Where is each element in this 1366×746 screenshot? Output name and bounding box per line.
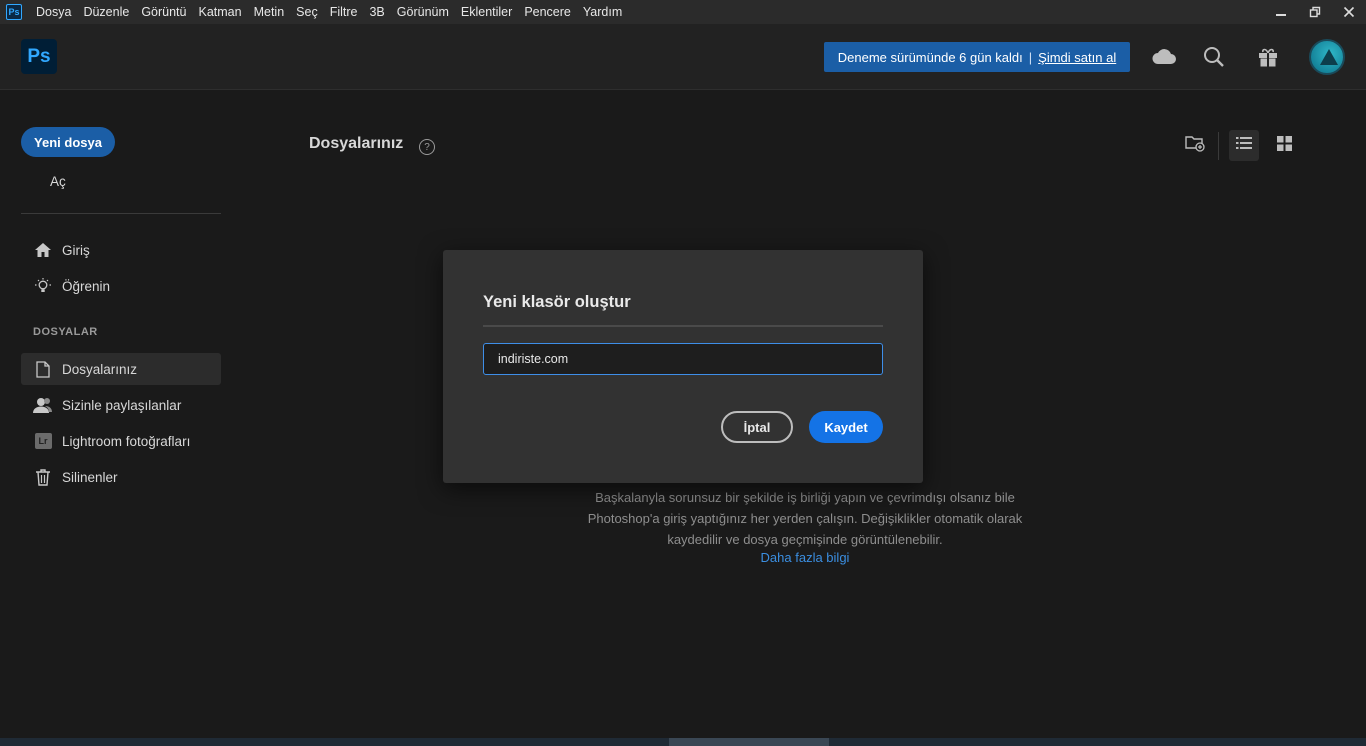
search-icon[interactable] (1201, 44, 1227, 70)
menu-goruntu[interactable]: Görüntü (135, 0, 192, 24)
sidebar-item-learn[interactable]: Öğrenin (21, 270, 221, 302)
minimize-icon[interactable] (1264, 0, 1298, 24)
cancel-button[interactable]: İptal (721, 411, 793, 443)
view-toolbar (1180, 130, 1299, 161)
section-label-files: DOSYALAR (33, 326, 98, 338)
new-folder-dialog: Yeni klasör oluştur İptal Kaydet (443, 250, 923, 483)
cloud-icon[interactable] (1151, 44, 1177, 70)
sidebar: Yeni dosya Aç Giriş Öğrenin DOSYALAR Dos… (0, 90, 240, 740)
taskbar (0, 738, 1366, 746)
menu-metin[interactable]: Metin (248, 0, 291, 24)
home-icon (32, 240, 54, 260)
dialog-title: Yeni klasör oluştur (483, 293, 631, 311)
trial-separator: | (1028, 49, 1033, 65)
window-controls (1264, 0, 1366, 24)
menu-duzenle[interactable]: Düzenle (77, 0, 135, 24)
grid-icon (1276, 135, 1293, 157)
learn-more-link-text[interactable]: Daha fazla bilgi (761, 550, 850, 565)
gift-icon[interactable] (1255, 44, 1281, 70)
buy-now-link[interactable]: Şimdi satın al (1038, 50, 1116, 65)
save-button[interactable]: Kaydet (809, 411, 883, 443)
grid-view-button[interactable] (1269, 130, 1299, 161)
trial-text: Deneme sürümünde 6 gün kaldı (837, 49, 1023, 65)
menu-yardim[interactable]: Yardım (577, 0, 628, 24)
lightroom-icon: Lr (32, 431, 54, 451)
empty-state-description: Başkalanyla sorunsuz bir şekilde iş birl… (587, 490, 1023, 547)
app-header: Ps Deneme sürümünde 6 gün kaldı | Şimdi … (0, 24, 1366, 90)
sidebar-item-lightroom[interactable]: Lr Lightroom fotoğrafları (21, 425, 221, 457)
learn-more-link: Daha fazla bilgi (560, 550, 1050, 565)
list-icon (1235, 135, 1253, 156)
sidebar-item-label: Öğrenin (62, 278, 111, 294)
sidebar-item-home[interactable]: Giriş (21, 234, 221, 266)
menu-3b[interactable]: 3B (363, 0, 390, 24)
menu-gorunum[interactable]: Görünüm (391, 0, 455, 24)
trial-banner: Deneme sürümünde 6 gün kaldı | Şimdi sat… (824, 42, 1130, 72)
menu-pencere[interactable]: Pencere (518, 0, 577, 24)
menu-bar: Ps Dosya Düzenle Görüntü Katman Metin Se… (0, 0, 1366, 24)
lightroom-badge: Lr (34, 433, 52, 449)
taskbar-active-item[interactable] (669, 738, 829, 746)
sidebar-item-your-files[interactable]: Dosyalarınız (21, 353, 221, 385)
restore-icon[interactable] (1298, 0, 1332, 24)
sidebar-item-label: Lightroom fotoğrafları (62, 433, 191, 449)
sidebar-item-deleted[interactable]: Silinenler (21, 461, 221, 493)
help-icon[interactable]: ? (419, 139, 435, 155)
photoshop-logo: Ps (21, 39, 57, 74)
list-view-button[interactable] (1229, 130, 1259, 161)
new-file-button[interactable]: Yeni dosya (21, 127, 115, 157)
photoshop-app-icon: Ps (6, 4, 22, 20)
lightbulb-icon (32, 276, 54, 296)
sidebar-divider (21, 213, 221, 214)
menu-filtre[interactable]: Filtre (324, 0, 364, 24)
toolbar-divider (1218, 131, 1219, 160)
menu-dosya[interactable]: Dosya (30, 0, 77, 24)
new-folder-button[interactable] (1180, 130, 1210, 161)
folder-plus-icon (1185, 134, 1205, 157)
trash-icon (32, 467, 54, 487)
close-icon[interactable] (1332, 0, 1366, 24)
sidebar-item-label: Giriş (62, 242, 90, 258)
users-icon (32, 395, 54, 415)
avatar[interactable] (1309, 39, 1345, 75)
sidebar-item-label: Sizinle paylaşılanlar (62, 397, 182, 413)
open-button[interactable]: Aç (50, 174, 66, 189)
sidebar-item-label: Silinenler (62, 469, 118, 485)
page-title: Dosyalarınız (309, 135, 404, 152)
menu-eklentiler[interactable]: Eklentiler (455, 0, 518, 24)
sidebar-item-shared[interactable]: Sizinle paylaşılanlar (21, 389, 221, 421)
menu-sec[interactable]: Seç (290, 0, 324, 24)
folder-name-input[interactable] (483, 343, 883, 375)
sidebar-item-label: Dosyalarınız (62, 361, 138, 377)
menu-katman[interactable]: Katman (192, 0, 247, 24)
file-icon (32, 359, 54, 379)
dialog-divider (483, 325, 883, 327)
